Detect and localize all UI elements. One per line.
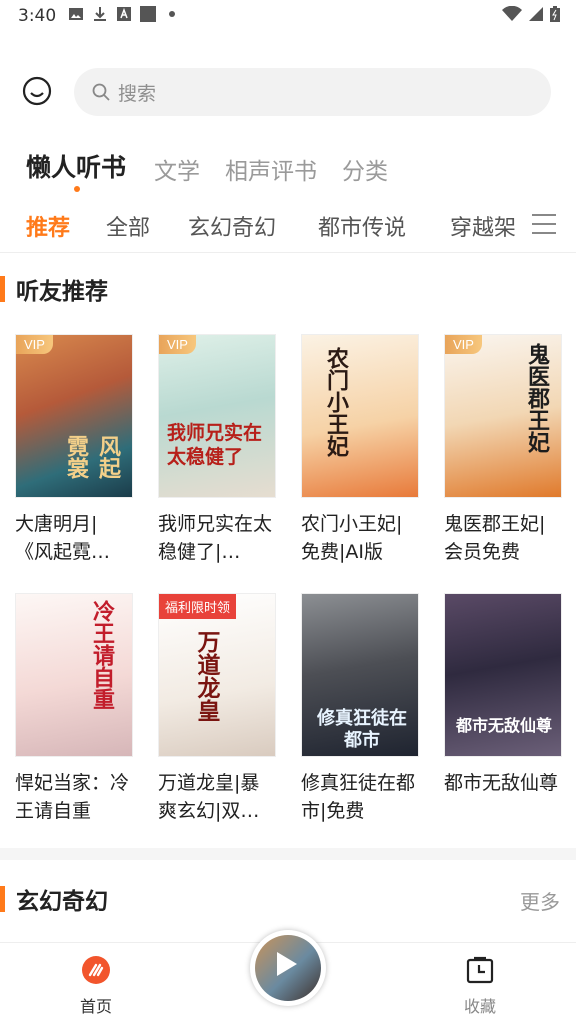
nav-favorites-label: 收藏 bbox=[463, 997, 496, 1016]
cover-title: 冷王请自重 bbox=[89, 600, 115, 710]
image-icon bbox=[69, 8, 83, 20]
book-card[interactable]: 鬼医郡王妃 VIP 鬼医郡王妃|会员免费 bbox=[444, 334, 564, 566]
section-header: 听友推荐 bbox=[0, 270, 576, 310]
play-icon bbox=[277, 952, 297, 976]
category-fantasy[interactable]: 玄幻奇幻 bbox=[188, 210, 276, 242]
book-cover: 我师兄实在太稳健了 VIP bbox=[158, 334, 276, 498]
vip-badge: VIP bbox=[159, 335, 196, 354]
cover-title: 万道龙皇 bbox=[193, 630, 220, 722]
system-icons bbox=[502, 6, 560, 22]
book-cover: 冷王请自重 bbox=[15, 593, 133, 757]
vip-badge: VIP bbox=[445, 335, 482, 354]
tab-category[interactable]: 分类 bbox=[342, 152, 388, 186]
dot-icon bbox=[169, 11, 175, 17]
book-cover: 鬼医郡王妃 VIP bbox=[444, 334, 562, 498]
square-icon bbox=[140, 6, 156, 22]
book-card[interactable]: 农门小王妃 农门小王妃|免费|AI版 bbox=[301, 334, 421, 566]
book-title: 农门小王妃|免费|AI版 bbox=[301, 513, 403, 563]
font-a-icon bbox=[117, 7, 131, 21]
book-title: 悍妃当家：冷王请自重 bbox=[15, 772, 130, 822]
active-tab-indicator bbox=[74, 186, 80, 192]
more-link[interactable]: 更多 bbox=[520, 886, 560, 915]
download-icon bbox=[94, 7, 106, 21]
nav-home-label: 首页 bbox=[79, 997, 112, 1016]
menu-icon[interactable] bbox=[532, 214, 556, 234]
cover-title: 农门小王妃 bbox=[323, 347, 349, 457]
book-card[interactable]: 风起霓裳 VIP 大唐明月|《风起霓… bbox=[15, 334, 135, 566]
book-title: 我师兄实在太稳健了|… bbox=[158, 513, 273, 563]
nav-home[interactable]: 首页 bbox=[56, 955, 136, 1017]
tab-crosstalk[interactable]: 相声评书 bbox=[225, 152, 317, 186]
book-card[interactable]: 万道龙皇 福利限时领 万道龙皇|暴爽玄幻|双… bbox=[158, 593, 278, 825]
book-cover: 修真狂徒在都市 bbox=[301, 593, 419, 757]
category-timetravel[interactable]: 穿越架 bbox=[450, 210, 516, 242]
cover-title: 鬼医郡王妃 bbox=[524, 343, 550, 453]
book-title: 修真狂徒在都市|免费 bbox=[301, 772, 416, 822]
mini-player-button[interactable] bbox=[250, 930, 326, 1006]
cover-title: 都市无敌仙尊 bbox=[455, 716, 552, 735]
cover-title: 我师兄实在太稳健了 bbox=[167, 422, 263, 468]
bookmark-clock-icon bbox=[466, 956, 494, 984]
category-urban[interactable]: 都市传说 bbox=[318, 210, 406, 242]
section-divider bbox=[0, 848, 576, 860]
book-cover: 都市无敌仙尊 bbox=[444, 593, 562, 757]
category-tabs: 推荐 全部 玄幻奇幻 都市传说 穿越架 bbox=[0, 200, 576, 253]
notification-icons bbox=[68, 6, 180, 22]
home-icon bbox=[82, 956, 110, 984]
section-accent-bar bbox=[0, 276, 5, 302]
nav-favorites[interactable]: 收藏 bbox=[440, 955, 520, 1017]
section-title: 玄幻奇幻 bbox=[16, 889, 108, 915]
cover-title: 风起霓裳 bbox=[63, 435, 121, 479]
tab-literature[interactable]: 文学 bbox=[154, 152, 200, 186]
wifi-icon bbox=[502, 6, 522, 21]
signal-icon bbox=[529, 7, 543, 21]
status-bar: 3:40 bbox=[0, 0, 576, 34]
section-header: 玄幻奇幻 更多 bbox=[0, 880, 576, 920]
section-title: 听友推荐 bbox=[16, 279, 108, 305]
book-title: 都市无敌仙尊 bbox=[444, 772, 559, 794]
section-accent-bar bbox=[0, 886, 5, 912]
book-card[interactable]: 修真狂徒在都市 修真狂徒在都市|免费 bbox=[301, 593, 421, 825]
book-cover: 万道龙皇 福利限时领 bbox=[158, 593, 276, 757]
search-icon bbox=[92, 83, 110, 101]
category-recommend[interactable]: 推荐 bbox=[26, 210, 70, 242]
status-time: 3:40 bbox=[18, 6, 57, 26]
book-title: 大唐明月|《风起霓… bbox=[15, 513, 111, 563]
book-card[interactable]: 都市无敌仙尊 都市无敌仙尊 bbox=[444, 593, 564, 797]
category-all[interactable]: 全部 bbox=[106, 210, 150, 242]
search-input[interactable]: 搜索 bbox=[74, 68, 551, 116]
book-card[interactable]: 冷王请自重 悍妃当家：冷王请自重 bbox=[15, 593, 135, 825]
cover-title: 修真狂徒在都市 bbox=[317, 708, 407, 751]
battery-icon bbox=[550, 6, 560, 22]
book-title: 鬼医郡王妃|会员免费 bbox=[444, 513, 546, 563]
search-placeholder: 搜索 bbox=[118, 83, 157, 105]
book-card[interactable]: 我师兄实在太稳健了 VIP 我师兄实在太稳健了|… bbox=[158, 334, 278, 566]
promo-badge: 福利限时领 bbox=[159, 594, 237, 619]
book-title: 万道龙皇|暴爽玄幻|双… bbox=[158, 772, 260, 822]
book-cover: 风起霓裳 VIP bbox=[15, 334, 133, 498]
vip-badge: VIP bbox=[16, 335, 53, 354]
book-cover: 农门小王妃 bbox=[301, 334, 419, 498]
profile-face-icon[interactable] bbox=[22, 76, 52, 106]
tab-lanren[interactable]: 懒人听书 bbox=[26, 148, 126, 184]
